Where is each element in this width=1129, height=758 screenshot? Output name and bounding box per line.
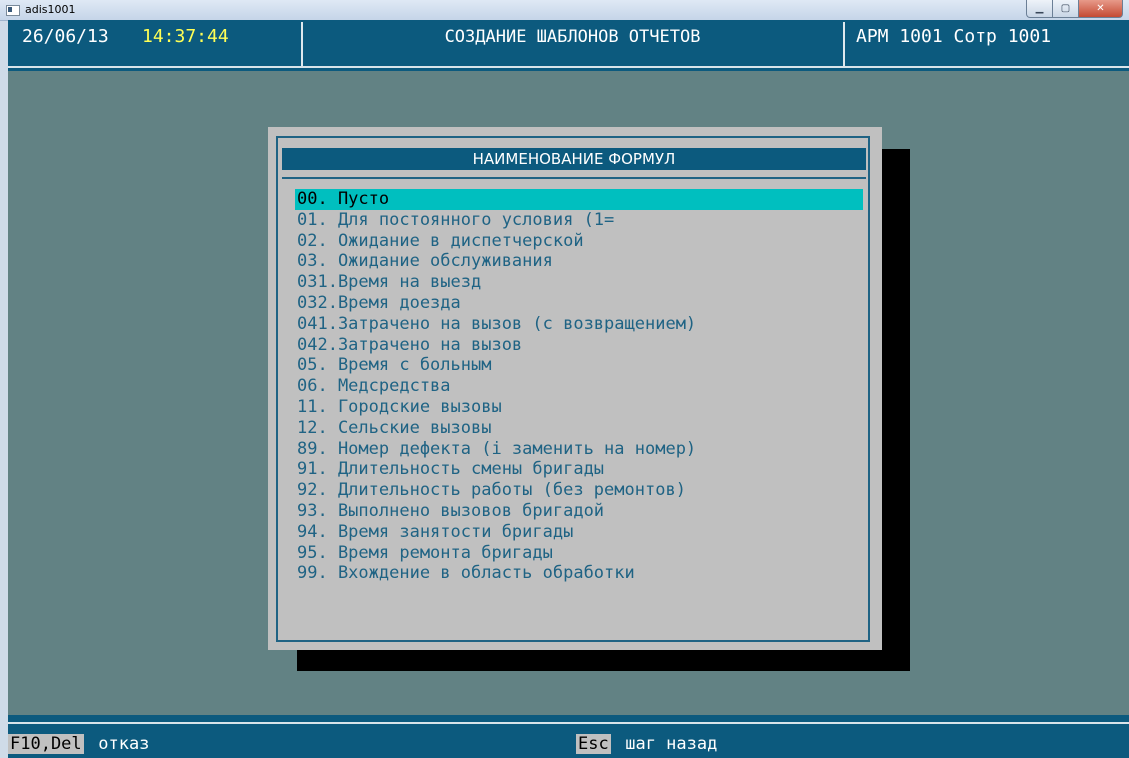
formula-list-item[interactable]: 94. Время занятости бригады bbox=[295, 522, 863, 543]
dialog-title: НАИМЕНОВАНИЕ ФОРМУЛ bbox=[282, 148, 866, 170]
formula-list-item[interactable]: 00. Пусто bbox=[295, 189, 863, 210]
header-divider bbox=[843, 22, 845, 66]
formula-list-item[interactable]: 031.Время на выезд bbox=[295, 272, 863, 293]
formula-list-item[interactable]: 91. Длительность смены бригады bbox=[295, 459, 863, 480]
formula-list-item[interactable]: 03. Ожидание обслуживания bbox=[295, 251, 863, 272]
formula-list-item[interactable]: 032.Время доезда bbox=[295, 293, 863, 314]
header-time: 14:37:44 bbox=[142, 26, 229, 47]
minimize-button[interactable]: ▁ bbox=[1026, 0, 1053, 18]
formula-list-item[interactable]: 92. Длительность работы (без ремонтов) bbox=[295, 480, 863, 501]
window-titlebar: adis1001 ▁ ▢ ✕ bbox=[0, 0, 1129, 21]
header-title: СОЗДАНИЕ ШАБЛОНОВ ОТЧЕТОВ bbox=[444, 27, 701, 47]
back-key[interactable]: Esc bbox=[576, 734, 611, 754]
formula-list-item[interactable]: 93. Выполнено вызовов бригадой bbox=[295, 501, 863, 522]
formula-list-item[interactable]: 95. Время ремонта бригады bbox=[295, 543, 863, 564]
cancel-label: отказ bbox=[88, 734, 150, 754]
window-controls: ▁ ▢ ✕ bbox=[1026, 0, 1123, 18]
formula-list-item[interactable]: 01. Для постоянного условия (1= bbox=[295, 210, 863, 231]
status-header: 26/06/13 14:37:44 СОЗДАНИЕ ШАБЛОНОВ ОТЧЕ… bbox=[8, 20, 1129, 71]
header-user: АРМ 1001 Сотр 1001 bbox=[856, 26, 1052, 47]
formula-list-item[interactable]: 12. Сельские вызовы bbox=[295, 418, 863, 439]
formula-list-item[interactable]: 06. Медсредства bbox=[295, 376, 863, 397]
app-icon bbox=[6, 5, 20, 16]
header-date: 26/06/13 bbox=[22, 26, 109, 47]
terminal-console: 26/06/13 14:37:44 СОЗДАНИЕ ШАБЛОНОВ ОТЧЕ… bbox=[8, 20, 1129, 758]
formula-list-item[interactable]: 89. Номер дефекта (i заменить на номер) bbox=[295, 439, 863, 460]
formula-list-item[interactable]: 11. Городские вызовы bbox=[295, 397, 863, 418]
maximize-button[interactable]: ▢ bbox=[1053, 0, 1079, 18]
window-title: adis1001 bbox=[25, 3, 76, 16]
formula-names-dialog: НАИМЕНОВАНИЕ ФОРМУЛ 00. Пусто 01. Для пос… bbox=[268, 127, 882, 650]
formula-list-item[interactable]: 02. Ожидание в диспетчерской bbox=[295, 231, 863, 252]
cancel-key[interactable]: F10,Del bbox=[8, 734, 84, 754]
header-underline bbox=[8, 66, 1129, 68]
formula-list: 00. Пусто 01. Для постоянного условия (1=… bbox=[295, 189, 863, 584]
footer-line bbox=[8, 722, 1129, 724]
status-footer: F10,Del отказ Esc шаг назад bbox=[8, 715, 1129, 758]
formula-list-item[interactable]: 041.Затрачено на вызов (с возвращением) bbox=[295, 314, 863, 335]
back-label: шаг назад bbox=[615, 734, 718, 754]
formula-list-item[interactable]: 99. Вхождение в область обработки bbox=[295, 563, 863, 584]
close-button[interactable]: ✕ bbox=[1079, 0, 1123, 18]
dialog-divider bbox=[282, 177, 866, 179]
formula-list-item[interactable]: 042.Затрачено на вызов bbox=[295, 335, 863, 356]
formula-list-item[interactable]: 05. Время с больным bbox=[295, 355, 863, 376]
